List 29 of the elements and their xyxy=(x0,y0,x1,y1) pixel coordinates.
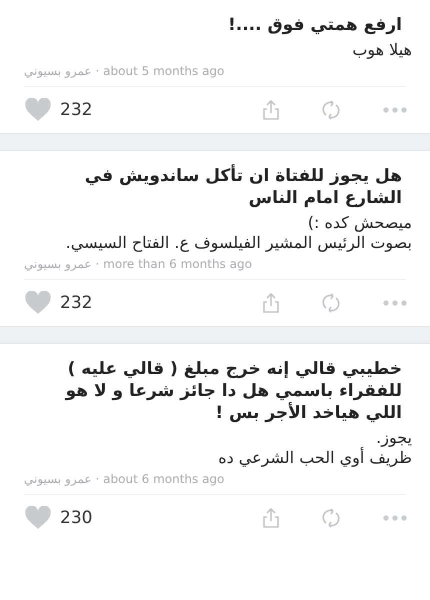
repost-icon[interactable] xyxy=(320,507,342,529)
like-button[interactable] xyxy=(24,98,52,122)
post-answer: هيلا هوب xyxy=(351,40,412,60)
post-answer: بصوت الرئيس المشير الفيلسوف ع. الفتاح السيسي. xyxy=(64,233,412,253)
like-button[interactable] xyxy=(24,506,52,530)
post-time: · about 6 months ago xyxy=(96,472,224,486)
like-button[interactable] xyxy=(24,291,52,315)
post-question: هل يجوز للفتاة ان تأكل ساندويش في الشارع امام الناس xyxy=(84,165,403,209)
post-answer: ميصحش كده :) xyxy=(306,213,412,233)
author-name[interactable]: عمرو بسيوني xyxy=(24,64,92,78)
like-count: 232 xyxy=(60,293,94,313)
post-time: · more than 6 months ago xyxy=(96,257,252,271)
share-icon[interactable] xyxy=(262,99,280,121)
post-time: · about 5 months ago xyxy=(96,64,224,78)
author-name[interactable]: عمرو بسيوني xyxy=(24,257,92,271)
like-count: 230 xyxy=(60,508,94,528)
repost-icon[interactable] xyxy=(320,292,342,314)
post-answer: يجوز. xyxy=(375,428,412,448)
more-icon[interactable] xyxy=(382,514,408,522)
share-icon[interactable] xyxy=(262,507,280,529)
share-icon[interactable] xyxy=(262,292,280,314)
more-icon[interactable] xyxy=(382,299,408,307)
post-question: ارفع همتي فوق ....! xyxy=(226,14,403,36)
post-question: خطيبي قالي إنه خرج مبلغ ( قالي عليه ) للفقراء باسمي هل دا جائز شرعا و لا هو اللي هياخد الأجر بس ! xyxy=(64,358,403,424)
more-icon[interactable] xyxy=(382,106,408,114)
repost-icon[interactable] xyxy=(320,99,342,121)
like-count: 232 xyxy=(60,100,94,120)
author-name[interactable]: عمرو بسيوني xyxy=(24,472,92,486)
post-answer: ظريف أوي الحب الشرعي ده xyxy=(217,448,412,468)
